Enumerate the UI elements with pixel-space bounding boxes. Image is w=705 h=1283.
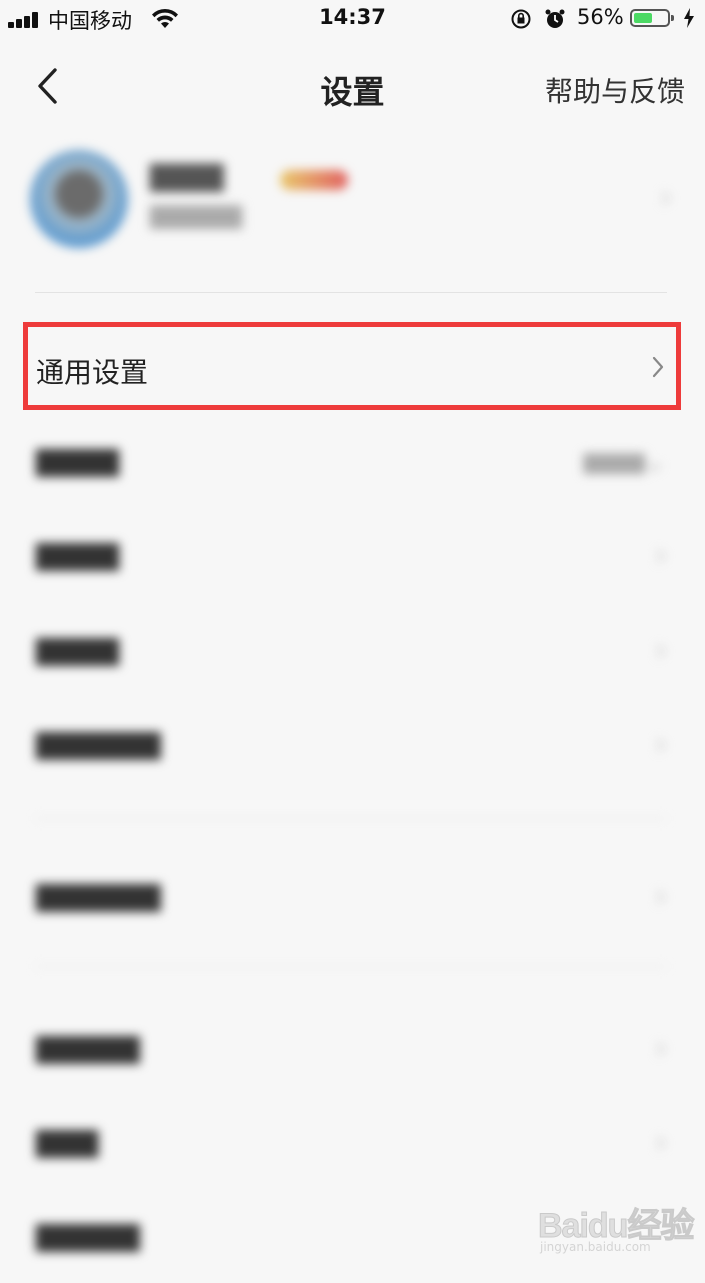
chevron-right-icon: ›	[660, 180, 672, 215]
divider	[35, 966, 667, 967]
baidu-watermark: Baidu经验 jingyan.baidu.com	[537, 1190, 698, 1260]
chevron-down-icon: ⌄	[641, 444, 667, 479]
alarm-icon	[545, 9, 565, 28]
settings-row[interactable]: ▇▇▇▇▇ ›	[0, 1005, 705, 1095]
divider	[35, 818, 667, 819]
chevron-right-icon: ›	[655, 879, 667, 914]
chevron-right-icon: ›	[655, 1031, 667, 1066]
chevron-right-icon	[652, 356, 664, 378]
orientation-lock-icon	[511, 9, 531, 29]
settings-row[interactable]: ▇▇▇▇ ▇▇▇▇ ⌄	[0, 418, 705, 508]
profile-nickname: ████	[150, 164, 224, 192]
settings-row[interactable]: ▇▇▇▇▇▇ ›	[0, 701, 705, 791]
settings-row[interactable]: ▇▇▇▇ ›	[0, 607, 705, 697]
chevron-right-icon: ›	[655, 633, 667, 668]
avatar	[30, 150, 128, 248]
profile-subtitle: ██████	[150, 205, 243, 229]
chevron-right-icon: ›	[655, 1125, 667, 1160]
general-settings-label: 通用设置	[36, 356, 149, 389]
general-settings-row[interactable]: 通用设置	[23, 322, 681, 410]
chevron-right-icon: ›	[655, 538, 667, 573]
charging-bolt-icon	[684, 8, 694, 28]
profile-card[interactable]: ████ ██████ ›	[30, 150, 680, 250]
vip-badge	[280, 170, 348, 190]
settings-row[interactable]: ▇▇▇▇▇▇ ›	[0, 853, 705, 943]
help-feedback-link[interactable]: 帮助与反馈	[545, 70, 685, 110]
battery-icon	[630, 9, 674, 27]
chevron-right-icon: ›	[655, 727, 667, 762]
nav-bar: 设置 帮助与反馈	[0, 52, 705, 122]
settings-row[interactable]: ▇▇▇ ›	[0, 1099, 705, 1189]
divider	[35, 292, 667, 293]
status-bar: 中国移动 14:37 56%	[0, 0, 705, 38]
settings-row[interactable]: ▇▇▇▇ ›	[0, 512, 705, 602]
watermark-url: jingyan.baidu.com	[540, 1240, 651, 1254]
battery-percent: 56%	[577, 5, 624, 29]
